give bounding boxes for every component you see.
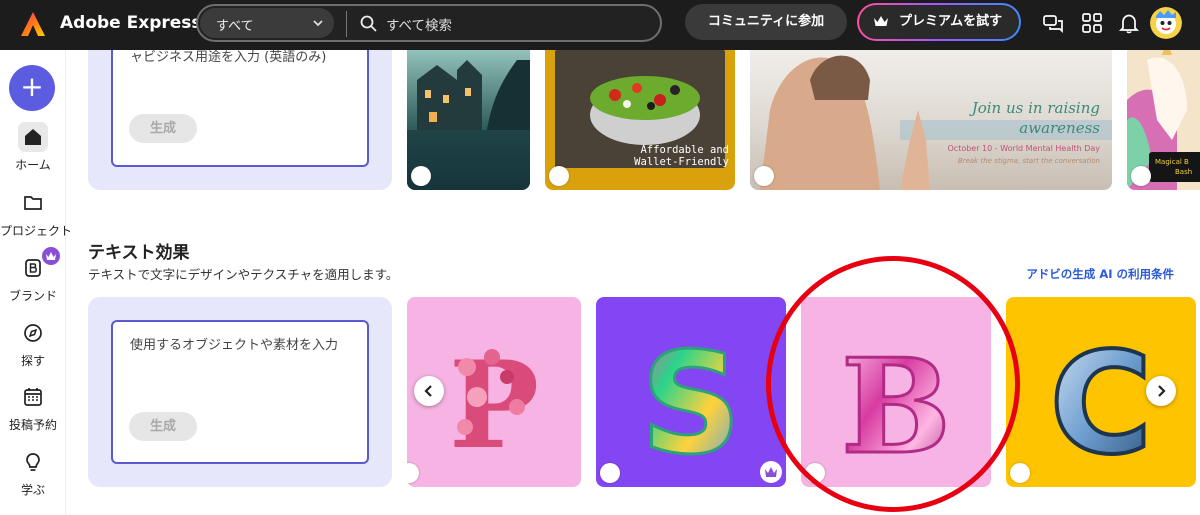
salad-caption-line1: Affordable and [640,144,729,156]
template-thumb-yoga[interactable]: Join us in raising awareness October 10 … [750,50,1112,190]
letter-s-knit-image: S [639,322,743,488]
rail-item-schedule[interactable]: 投稿予約 [0,382,66,433]
remix-badge-icon [1010,463,1030,483]
search-icon [360,15,377,32]
rail-label: ホーム [15,158,51,172]
yoga-headline-line2: awareness [1019,119,1100,137]
top-bar: Adobe Express すべて すべて検索 コミュニティに参加 プレミアムを… [0,0,1200,50]
crown-icon [874,16,888,26]
rail-label: ブランド [8,289,57,303]
avatar[interactable] [1150,7,1182,39]
text-effect-prompt-text: 使用するオブジェクトや素材を入力 [130,338,339,353]
text-effect-prompt-field[interactable]: 使用するオブジェクトや素材を入力 生成 [111,320,369,464]
unicorn-caption: Magical B Bash [1149,152,1200,182]
rail-label: 投稿予約 [8,418,57,432]
chevron-down-icon [313,20,323,27]
template-thumb-house[interactable] [407,50,530,190]
plus-icon: + [20,70,44,103]
rail-item-home[interactable]: ホーム [0,122,66,173]
section-description: テキストで文字にデザインやテクスチャを適用します。 [88,267,399,282]
chevron-left-icon [424,385,432,397]
bell-icon[interactable] [1118,12,1140,34]
compass-icon [24,324,42,342]
salad-bowl-image [590,76,700,145]
highlight-circle [766,256,1020,512]
unicorn-caption-line1: Magical B [1155,158,1189,166]
generative-ai-terms-link[interactable]: アドビの生成 AI の利用条件 [1026,266,1174,282]
text-effect-card-knit[interactable]: S [596,297,786,487]
letter-c: C [1050,323,1153,486]
rail-label: 学ぶ [20,483,45,497]
create-button[interactable]: + [9,65,55,111]
lightbulb-icon [26,453,40,471]
folder-icon [24,196,42,210]
section-title: テキスト効果 [88,243,190,263]
rail-label: プロジェクト [0,224,73,238]
salad-caption: Affordable and Wallet-Friendly [634,144,729,168]
carousel-next-button[interactable] [1146,376,1176,406]
yoga-date: October 10 - World Mental Health Day [947,144,1101,153]
left-rail: + ホーム プロジェクト ブランド 探す 投稿予約 学ぶ [0,50,73,515]
search-scope-label: すべて [216,19,254,34]
letter-s: S [641,323,742,486]
home-icon [25,129,41,145]
yoga-headline-line1: Join us in raising [971,99,1100,117]
yoga-text-block: Join us in raising awareness October 10 … [948,98,1101,165]
rail-item-projects[interactable]: プロジェクト [0,188,73,239]
yoga-sub: Break the stigma, start the conversation [957,157,1100,165]
remix-badge-icon [600,463,620,483]
remix-badge-icon [549,166,569,186]
salad-caption-line2: Wallet-Friendly [634,156,729,168]
crown-badge-icon [42,247,60,265]
calendar-icon [24,388,42,406]
join-community-button[interactable]: コミュニティに参加 [685,4,847,40]
template-thumb-unicorn[interactable]: Magical B Bash [1127,50,1200,190]
remix-badge-icon [1131,166,1151,186]
carousel-prev-button[interactable] [414,376,444,406]
generate-button[interactable]: 生成 [129,114,197,143]
app-name[interactable]: Adobe Express [60,13,202,33]
business-prompt-field[interactable]: ャビジネス用途を入力 (英語のみ) 生成 [111,50,369,167]
generate-button[interactable]: 生成 [129,412,197,441]
unicorn-caption-line2: Bash [1175,168,1193,176]
adobe-express-logo[interactable] [20,11,46,37]
search-input[interactable]: すべて検索 [386,14,452,34]
remix-badge-icon [754,166,774,186]
apps-grid-icon[interactable] [1081,12,1103,34]
main-content: ャビジネス用途を入力 (英語のみ) 生成 Affordable and Wall… [66,50,1200,515]
text-effect-prompt-card: 使用するオブジェクトや素材を入力 生成 [88,297,392,487]
try-premium-button[interactable]: プレミアムを試す [857,3,1021,41]
business-prompt-card: ャビジネス用途を入力 (英語のみ) 生成 [88,50,392,190]
rail-item-discover[interactable]: 探す [0,318,66,369]
share-icon[interactable] [1042,12,1064,34]
template-thumb-salad[interactable]: Affordable and Wallet-Friendly [545,50,735,190]
rail-item-learn[interactable]: 学ぶ [0,447,66,498]
remix-badge-icon [411,166,431,186]
search-bar: すべて すべて検索 [196,4,662,42]
premium-label: プレミアムを試す [899,14,1003,29]
chevron-right-icon [1158,385,1166,397]
brand-icon [25,259,41,277]
rail-item-brand[interactable]: ブランド [0,247,66,304]
search-scope-select[interactable]: すべて [200,8,334,38]
premium-crown-icon [760,461,782,483]
search-divider [346,11,347,37]
business-prompt-text: ャビジネス用途を入力 (英語のみ) [130,50,327,65]
rail-label: 探す [20,354,45,368]
